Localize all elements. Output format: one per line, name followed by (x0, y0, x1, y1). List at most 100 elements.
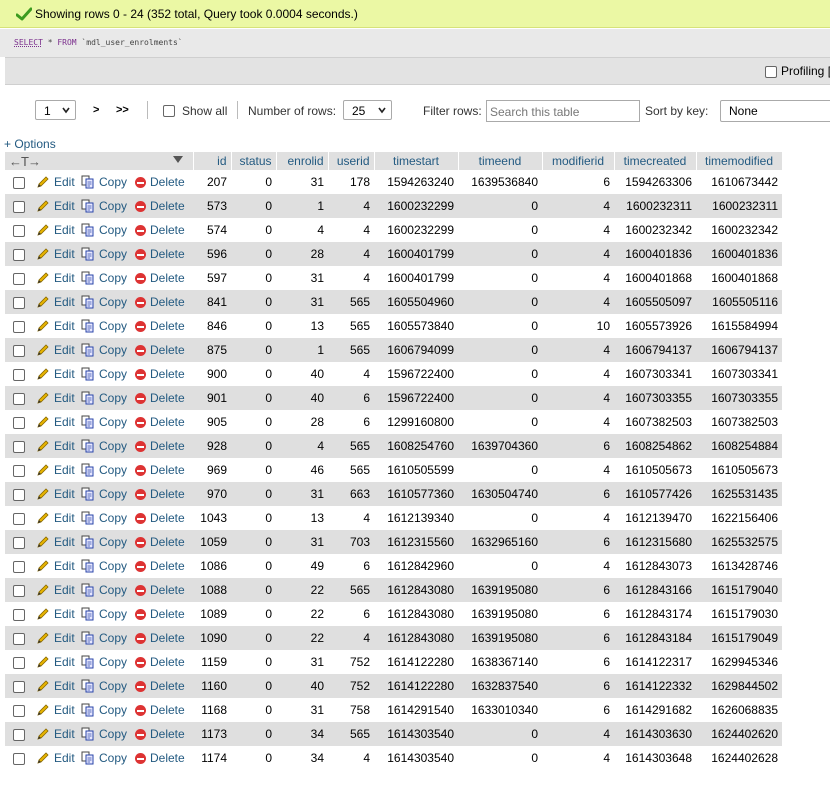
cell-id[interactable]: 1160 (193, 674, 231, 698)
edit-row-button[interactable]: Edit (36, 439, 75, 453)
edit-row-button[interactable]: Edit (36, 607, 75, 621)
cell-id[interactable]: 573 (193, 194, 231, 218)
row-checkbox[interactable] (13, 417, 25, 429)
column-header-timestart[interactable]: timestart (374, 152, 459, 170)
cell-timemodified[interactable]: 1608254884 (696, 434, 782, 458)
cell-timecreated[interactable]: 1600401836 (614, 242, 696, 266)
last-page-button[interactable]: >> (116, 104, 129, 116)
cell-timeend[interactable]: 1633010340 (458, 698, 542, 722)
edit-row-button[interactable]: Edit (36, 415, 75, 429)
cell-userid[interactable]: 565 (328, 458, 374, 482)
copy-row-button[interactable]: Copy (81, 175, 127, 189)
next-page-button[interactable]: > (93, 104, 99, 116)
delete-row-button[interactable]: Delete (135, 559, 185, 573)
cell-timemodified[interactable]: 1629844502 (696, 674, 782, 698)
cell-timemodified[interactable]: 1624402620 (696, 722, 782, 746)
cell-timestart[interactable]: 1612139340 (374, 506, 458, 530)
cell-enrolid[interactable]: 28 (276, 410, 328, 434)
cell-timemodified[interactable]: 1615584994 (696, 314, 782, 338)
cell-timemodified[interactable]: 1607382503 (696, 410, 782, 434)
triangle-down-icon[interactable] (173, 156, 183, 164)
copy-row-button[interactable]: Copy (81, 295, 127, 309)
cell-timeend[interactable]: 0 (458, 290, 542, 314)
column-header-id[interactable]: id (193, 152, 232, 170)
cell-modifierid[interactable]: 4 (542, 722, 614, 746)
cell-id[interactable]: 1088 (193, 578, 231, 602)
cell-timeend[interactable]: 0 (458, 410, 542, 434)
cell-status[interactable]: 0 (231, 314, 276, 338)
cell-timecreated[interactable]: 1614303630 (614, 722, 696, 746)
cell-timestart[interactable]: 1614122280 (374, 674, 458, 698)
row-checkbox[interactable] (13, 561, 25, 573)
edit-row-button[interactable]: Edit (36, 367, 75, 381)
cell-userid[interactable]: 4 (328, 218, 374, 242)
cell-timemodified[interactable]: 1610505673 (696, 458, 782, 482)
copy-row-button[interactable]: Copy (81, 343, 127, 357)
cell-timeend[interactable]: 1630504740 (458, 482, 542, 506)
cell-id[interactable]: 1159 (193, 650, 231, 674)
cell-status[interactable]: 0 (231, 266, 276, 290)
cell-enrolid[interactable]: 22 (276, 578, 328, 602)
column-header-userid[interactable]: userid (328, 152, 375, 170)
copy-row-button[interactable]: Copy (81, 583, 127, 597)
cell-userid[interactable]: 6 (328, 410, 374, 434)
sort-key-select[interactable]: None (720, 100, 830, 122)
edit-row-button[interactable]: Edit (36, 319, 75, 333)
cell-id[interactable]: 1174 (193, 746, 231, 770)
cell-enrolid[interactable]: 1 (276, 194, 328, 218)
row-checkbox[interactable] (13, 465, 25, 477)
cell-userid[interactable]: 6 (328, 602, 374, 626)
cell-enrolid[interactable]: 31 (276, 650, 328, 674)
column-header-timeend[interactable]: timeend (458, 152, 543, 170)
cell-status[interactable]: 0 (231, 626, 276, 650)
cell-timemodified[interactable]: 1625531435 (696, 482, 782, 506)
copy-row-button[interactable]: Copy (81, 415, 127, 429)
delete-row-button[interactable]: Delete (135, 439, 185, 453)
edit-row-button[interactable]: Edit (36, 703, 75, 717)
cell-timeend[interactable]: 1632965160 (458, 530, 542, 554)
cell-timemodified[interactable]: 1615179030 (696, 602, 782, 626)
cell-id[interactable]: 1168 (193, 698, 231, 722)
cell-id[interactable]: 928 (193, 434, 231, 458)
copy-row-button[interactable]: Copy (81, 463, 127, 477)
cell-timecreated[interactable]: 1612139470 (614, 506, 696, 530)
delete-row-button[interactable]: Delete (135, 271, 185, 285)
cell-id[interactable]: 574 (193, 218, 231, 242)
delete-row-button[interactable]: Delete (135, 199, 185, 213)
cell-timestart[interactable]: 1299160800 (374, 410, 458, 434)
cell-modifierid[interactable]: 4 (542, 338, 614, 362)
cell-timecreated[interactable]: 1606794137 (614, 338, 696, 362)
cell-status[interactable]: 0 (231, 482, 276, 506)
edit-row-button[interactable]: Edit (36, 751, 75, 765)
row-checkbox[interactable] (13, 345, 25, 357)
cell-timecreated[interactable]: 1612315680 (614, 530, 696, 554)
options-toggle[interactable]: + Options (4, 137, 56, 151)
cell-timeend[interactable]: 0 (458, 314, 542, 338)
cell-status[interactable]: 0 (231, 698, 276, 722)
edit-row-button[interactable]: Edit (36, 559, 75, 573)
cell-id[interactable]: 875 (193, 338, 231, 362)
cell-enrolid[interactable]: 31 (276, 290, 328, 314)
cell-timemodified[interactable]: 1626068835 (696, 698, 782, 722)
edit-row-button[interactable]: Edit (36, 247, 75, 261)
page-select[interactable]: 1 (35, 100, 76, 120)
cell-userid[interactable]: 565 (328, 290, 374, 314)
row-checkbox[interactable] (13, 537, 25, 549)
cell-status[interactable]: 0 (231, 530, 276, 554)
row-checkbox[interactable] (13, 729, 25, 741)
cell-userid[interactable]: 4 (328, 242, 374, 266)
cell-status[interactable]: 0 (231, 194, 276, 218)
cell-timemodified[interactable]: 1629945346 (696, 650, 782, 674)
cell-timeend[interactable]: 1639195080 (458, 578, 542, 602)
cell-timecreated[interactable]: 1607382503 (614, 410, 696, 434)
cell-status[interactable]: 0 (231, 506, 276, 530)
cell-userid[interactable]: 6 (328, 554, 374, 578)
cell-timeend[interactable]: 0 (458, 746, 542, 770)
delete-row-button[interactable]: Delete (135, 703, 185, 717)
cell-id[interactable]: 1059 (193, 530, 231, 554)
cell-enrolid[interactable]: 49 (276, 554, 328, 578)
copy-row-button[interactable]: Copy (81, 487, 127, 501)
copy-row-button[interactable]: Copy (81, 439, 127, 453)
row-checkbox[interactable] (13, 753, 25, 765)
row-checkbox[interactable] (13, 657, 25, 669)
